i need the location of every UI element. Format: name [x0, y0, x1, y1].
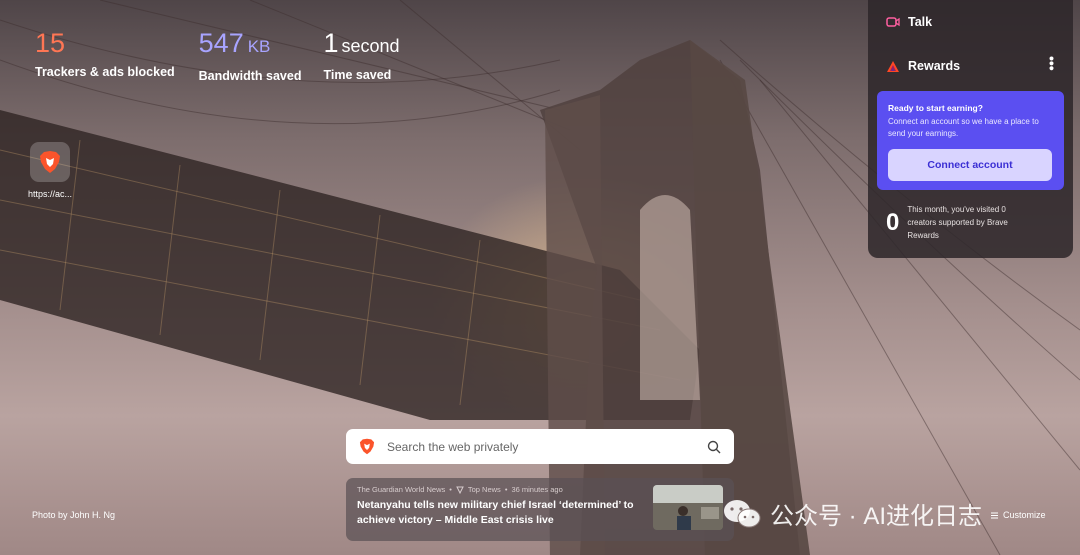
- top-site-label: https://ac...: [27, 189, 73, 199]
- news-category: Top News: [467, 485, 501, 494]
- search-icon[interactable]: [707, 440, 721, 454]
- sliders-icon: [991, 512, 998, 518]
- visited-count: 0: [886, 208, 900, 236]
- customize-label: Customize: [1003, 510, 1046, 520]
- watermark-overlay: 公众号 · AI进化日志: [722, 496, 982, 531]
- video-camera-icon: [886, 17, 900, 27]
- widget-panel: Talk Rewards ••• Ready to start earning?…: [868, 0, 1073, 258]
- time-label: Time saved: [323, 68, 392, 82]
- rewards-earn-card: Ready to start earning? Connect an accou…: [877, 91, 1064, 190]
- search-input[interactable]: [387, 439, 707, 454]
- top-news-icon: [456, 486, 464, 494]
- trackers-label: Trackers & ads blocked: [35, 65, 175, 79]
- news-photo-image: [653, 485, 723, 530]
- top-site-tile[interactable]: https://ac...: [25, 142, 75, 199]
- time-stat: 1 second Time saved: [323, 28, 399, 83]
- time-value: 1: [323, 28, 339, 58]
- bat-triangle-icon: [887, 60, 899, 72]
- bandwidth-stat: 547 KB Bandwidth saved: [199, 28, 302, 83]
- wechat-logo-icon: [724, 499, 761, 527]
- news-source: The Guardian World News: [357, 485, 446, 494]
- brave-lion-icon: [40, 151, 60, 173]
- news-card[interactable]: The Guardian World News • Top News • 36 …: [346, 478, 734, 541]
- brave-logo-icon: [359, 438, 375, 455]
- bandwidth-value: 547: [198, 28, 244, 58]
- time-unit: second: [341, 36, 400, 56]
- trackers-stat: 15 Trackers & ads blocked: [35, 28, 175, 83]
- earn-card-description: Connect an account so we have a place to…: [888, 117, 1039, 138]
- bandwidth-unit: KB: [247, 37, 271, 56]
- news-thumbnail[interactable]: [653, 485, 723, 530]
- trackers-count: 15: [35, 28, 66, 58]
- news-headline[interactable]: Netanyahu tells new military chief Israe…: [357, 498, 642, 528]
- rewards-label: Rewards: [908, 59, 961, 73]
- photo-credit: Photo by John H. Ng: [32, 510, 116, 520]
- news-time: 36 minutes ago: [511, 485, 563, 494]
- bandwidth-label: Bandwidth saved: [198, 69, 302, 83]
- top-site-icon-tile[interactable]: [30, 142, 70, 182]
- watermark-text: 公众号 · AI进化日志: [770, 503, 983, 530]
- rewards-header: Rewards •••: [868, 44, 1073, 88]
- creators-visited: 0 This month, you've visited 0 creators …: [886, 203, 1032, 242]
- visited-text: This month, you've visited 0 creators su…: [907, 205, 1008, 240]
- talk-label: Talk: [908, 15, 933, 29]
- search-bar[interactable]: [346, 429, 734, 464]
- connect-account-button[interactable]: Connect account: [888, 149, 1052, 181]
- more-options-icon[interactable]: •••: [1044, 56, 1060, 71]
- earn-card-title: Ready to start earning?: [888, 103, 983, 113]
- customize-button[interactable]: Customize: [990, 510, 1046, 520]
- privacy-stats: 15 Trackers & ads blocked 547 KB Bandwidt…: [35, 28, 400, 83]
- talk-widget[interactable]: Talk: [868, 0, 1073, 44]
